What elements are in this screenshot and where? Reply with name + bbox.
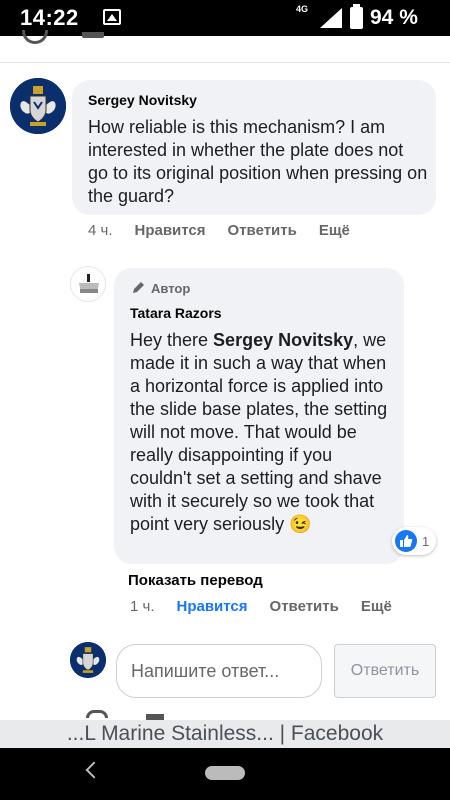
status-bar: 14:22 4G 94 % — [0, 0, 450, 36]
status-time: 14:22 — [20, 5, 79, 30]
network-type: 4G — [296, 4, 309, 14]
coat-of-arms-icon — [70, 642, 106, 678]
pencil-icon — [133, 282, 144, 293]
reaction-count: 1 — [422, 533, 430, 549]
like-button[interactable]: Нравится — [135, 222, 206, 239]
coat-of-arms-icon — [10, 78, 66, 134]
page-title: ...L Marine Stainless... | Facebook — [0, 720, 450, 748]
show-translation-link[interactable]: Показать перевод — [128, 572, 263, 589]
tatara-logo-icon — [71, 267, 105, 301]
signal-icon — [320, 8, 342, 28]
send-reply-button[interactable]: Ответить — [334, 644, 436, 698]
comment-icon-partial — [82, 32, 104, 38]
reply-text: Hey there Sergey Novitsky, we made it in… — [130, 329, 396, 536]
comment-text: How reliable is this mechanism? I am int… — [88, 117, 428, 206]
thumbs-up-icon — [395, 530, 417, 552]
comment-author[interactable]: Sergey Novitsky — [88, 92, 197, 108]
battery-percentage: 94 % — [370, 6, 418, 29]
comment-bubble: Sergey Novitsky How reliable is this mec… — [72, 80, 436, 215]
more-button[interactable]: Ещё — [361, 598, 392, 615]
reply-input[interactable]: Напишите ответ... — [116, 644, 322, 698]
like-button-active[interactable]: Нравится — [177, 598, 248, 615]
image-notification-icon — [103, 9, 121, 25]
reply-time: 1 ч. — [130, 598, 155, 615]
comment-actions: 4 ч. Нравится Ответить Ещё — [88, 222, 372, 239]
reply-author[interactable]: Tatara Razors — [130, 305, 222, 321]
like-icon-partial — [22, 30, 48, 44]
reply-greeting: Hey there — [130, 330, 214, 350]
comment-time: 4 ч. — [88, 222, 113, 239]
avatar-sergey[interactable] — [10, 78, 66, 134]
reply-body: , we made it in such a way that when a h… — [130, 330, 388, 534]
reply-actions: 1 ч. Нравится Ответить Ещё — [130, 598, 414, 615]
divider — [0, 62, 450, 63]
home-icon[interactable] — [205, 766, 245, 780]
author-badge-label: Автор — [151, 280, 191, 296]
wink-emoji: 😉 — [289, 514, 312, 534]
like-icon-partial — [86, 710, 108, 718]
avatar-current-user — [70, 642, 106, 678]
reaction-summary[interactable]: 1 — [392, 527, 436, 555]
reply-mention[interactable]: Sergey Novitsky — [213, 330, 353, 350]
avatar-tatara[interactable] — [70, 266, 106, 302]
reply-button[interactable]: Ответить — [228, 222, 297, 239]
battery-icon — [350, 4, 363, 29]
reply-button[interactable]: Ответить — [270, 598, 339, 615]
author-badge: Автор — [130, 280, 190, 296]
more-button[interactable]: Ещё — [319, 222, 350, 239]
